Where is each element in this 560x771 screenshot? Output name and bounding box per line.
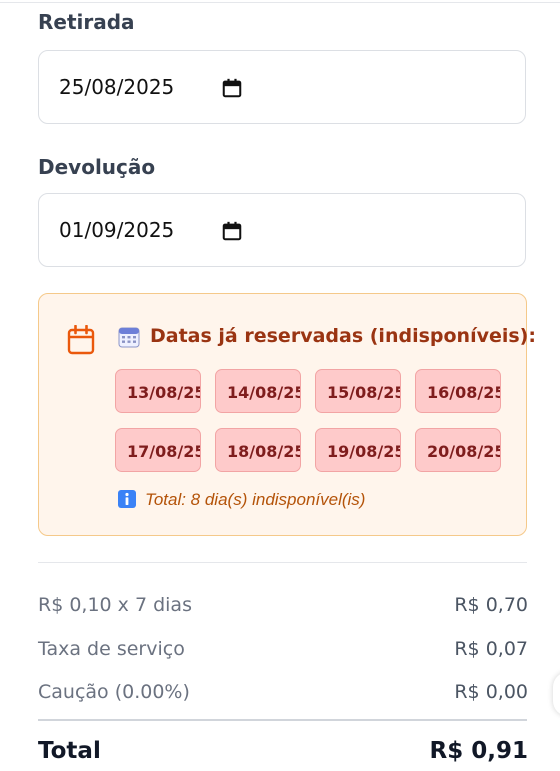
calendar-emoji-icon (118, 327, 140, 348)
reserved-date-text: 19/08/25 (327, 442, 401, 461)
nightly-rate-value: R$ 0,70 (454, 594, 528, 616)
reserved-date-text: 20/08/25 (427, 442, 501, 461)
deposit-label: Caução (0.00%) (38, 681, 190, 703)
service-fee-label: Taxa de serviço (38, 638, 185, 660)
total-label: Total (38, 738, 101, 764)
reserved-date-chip: 15/08/25 (315, 369, 401, 413)
floating-button-edge[interactable] (553, 672, 560, 716)
pickup-label: Retirada (38, 10, 135, 34)
return-label: Devolução (38, 155, 156, 179)
reserved-date-text: 13/08/25 (127, 383, 201, 402)
calendar-outline-icon (67, 325, 95, 355)
reserved-date-text: 18/08/25 (227, 442, 301, 461)
reserved-total-note: Total: 8 dia(s) indisponível(is) (145, 490, 366, 509)
reserved-date-chip: 18/08/25 (215, 428, 301, 472)
pickup-date-input[interactable]: 25/08/2025 (38, 50, 526, 124)
reserved-dates-title: Datas já reservadas (indisponíveis): (150, 325, 536, 347)
reserved-date-chip: 19/08/25 (315, 428, 401, 472)
reserved-date-chip: 14/08/25 (215, 369, 301, 413)
reserved-date-chip: 16/08/25 (415, 369, 501, 413)
pickup-date-value: 25/08/2025 (59, 75, 175, 99)
deposit-value: R$ 0,00 (454, 681, 528, 703)
reserved-date-chip: 17/08/25 (115, 428, 201, 472)
reserved-date-text: 16/08/25 (427, 383, 501, 402)
reserved-date-chip: 13/08/25 (115, 369, 201, 413)
nightly-rate-label: R$ 0,10 x 7 dias (38, 594, 192, 616)
total-value: R$ 0,91 (429, 738, 528, 764)
reserved-date-chip: 20/08/25 (415, 428, 501, 472)
reserved-date-text: 14/08/25 (227, 383, 301, 402)
reserved-date-text: 15/08/25 (327, 383, 401, 402)
top-divider (0, 2, 560, 3)
return-date-input[interactable]: 01/09/2025 (38, 193, 526, 267)
return-date-value: 01/09/2025 (59, 218, 175, 242)
reserved-date-text: 17/08/25 (127, 442, 201, 461)
calendar-icon[interactable] (221, 220, 243, 242)
reserved-dates-panel: Datas já reservadas (indisponíveis): 13/… (38, 293, 536, 536)
calendar-icon[interactable] (221, 77, 243, 99)
summary-divider (38, 562, 527, 563)
info-icon (118, 490, 136, 508)
total-divider (38, 719, 527, 721)
service-fee-value: R$ 0,07 (454, 638, 528, 660)
